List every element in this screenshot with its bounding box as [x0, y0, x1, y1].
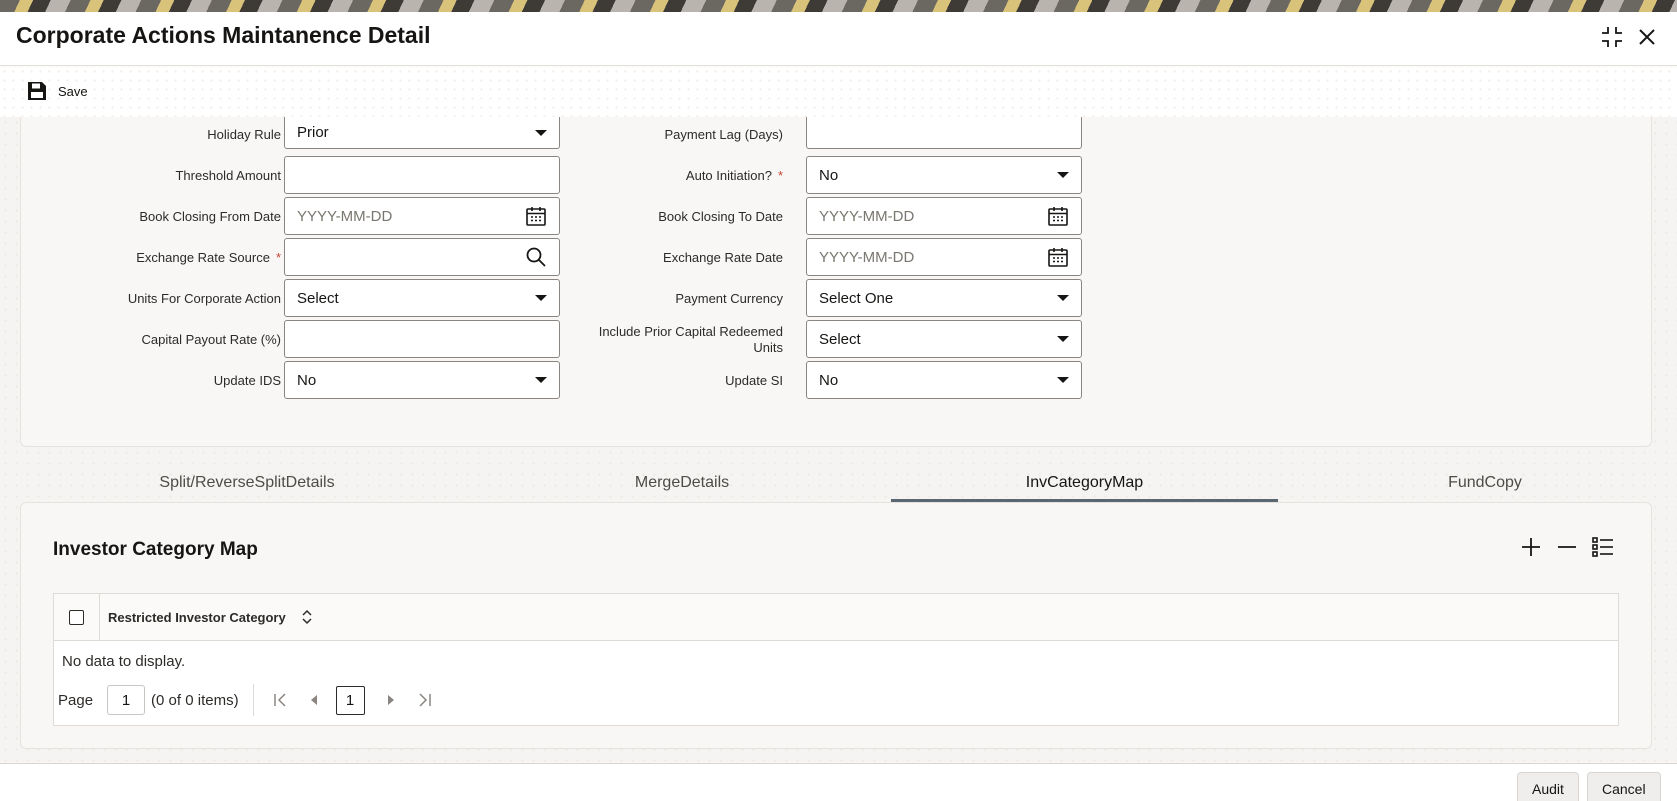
save-button[interactable]: Save	[26, 79, 88, 103]
include-prior-capital-redeemed-units-value: Select	[819, 330, 861, 348]
update-si-label: Update SI	[725, 373, 783, 388]
previous-page-icon[interactable]	[306, 692, 322, 708]
first-page-icon[interactable]	[272, 692, 288, 708]
add-row-icon[interactable]	[1519, 535, 1543, 559]
units-for-corporate-action-value: Select	[297, 289, 339, 307]
threshold-amount-input[interactable]	[284, 156, 560, 194]
chevron-down-icon	[1057, 295, 1069, 301]
tab-inv-category-map[interactable]: InvCategoryMap	[891, 466, 1278, 502]
capital-payout-rate-label: Capital Payout Rate (%)	[141, 332, 281, 347]
save-icon	[28, 82, 46, 100]
exchange-rate-date-placeholder: YYYY-MM-DD	[819, 248, 915, 266]
pagination: Page 1 (0 of 0 items) 1	[58, 684, 433, 716]
book-closing-to-date-placeholder: YYYY-MM-DD	[819, 207, 915, 225]
update-si-value: No	[819, 371, 839, 389]
exchange-rate-date-label: Exchange Rate Date	[663, 250, 783, 265]
current-page-button[interactable]: 1	[335, 685, 365, 715]
auto-initiation-value: No	[819, 166, 839, 184]
footer-bar: Audit Cancel	[0, 763, 1677, 801]
exchange-rate-date-input[interactable]: YYYY-MM-DD	[806, 238, 1082, 276]
units-for-corporate-action-select[interactable]: Select	[284, 279, 560, 317]
page-label: Page	[58, 691, 94, 709]
payment-currency-label: Payment Currency	[675, 291, 783, 306]
toolbar: Save	[0, 67, 1677, 117]
payment-currency-value: Select One	[819, 289, 894, 307]
include-prior-capital-redeemed-units-select[interactable]: Select	[806, 320, 1082, 358]
last-page-icon[interactable]	[417, 692, 433, 708]
title-bar: Corporate Actions Maintanence Detail	[0, 12, 1677, 66]
save-button-label: Save	[58, 83, 88, 99]
chevron-down-icon	[1057, 377, 1069, 383]
exchange-rate-source-input[interactable]	[284, 238, 560, 276]
dialog-window: Corporate Actions Maintanence Detail Sav…	[0, 12, 1677, 801]
maximize-icon[interactable]	[1599, 24, 1625, 50]
empty-message: No data to display.	[62, 653, 186, 670]
book-closing-to-date-label: Book Closing To Date	[658, 209, 783, 224]
next-page-icon[interactable]	[383, 692, 399, 708]
calendar-icon[interactable]	[1047, 205, 1069, 227]
update-ids-value: No	[297, 371, 317, 389]
grid-actions	[1519, 535, 1615, 559]
chevron-down-icon	[1057, 172, 1069, 178]
single-record-view-icon[interactable]	[1591, 535, 1615, 559]
investor-category-map-panel: Investor Category Map Restricted Investo	[20, 502, 1652, 749]
tab-fund-copy[interactable]: FundCopy	[1328, 466, 1642, 502]
items-count: (0 of 0 items)	[151, 691, 239, 709]
include-prior-capital-redeemed-units-label: Include Prior Capital Redeemed Units	[598, 324, 783, 355]
chevron-down-icon	[1057, 336, 1069, 342]
holiday-rule-select[interactable]: Prior	[284, 117, 560, 149]
auto-initiation-select[interactable]: No	[806, 156, 1082, 194]
column-header-restricted-investor-category[interactable]: Restricted Investor Category	[108, 610, 286, 625]
tab-merge-details[interactable]: MergeDetails	[525, 466, 839, 502]
select-all-cell	[54, 594, 100, 641]
payment-lag-label: Payment Lag (Days)	[664, 127, 784, 142]
grid-title: Investor Category Map	[53, 539, 258, 560]
table-header: Restricted Investor Category	[54, 594, 1618, 641]
book-closing-from-date-input[interactable]: YYYY-MM-DD	[284, 197, 560, 235]
exchange-rate-source-label: Exchange Rate Source *	[136, 250, 281, 265]
holiday-rule-label: Holiday Rule	[207, 127, 281, 142]
book-closing-from-date-placeholder: YYYY-MM-DD	[297, 207, 393, 225]
threshold-amount-label: Threshold Amount	[175, 168, 281, 183]
audit-button[interactable]: Audit	[1517, 772, 1579, 801]
tab-split-reverse-split-details[interactable]: Split/ReverseSplitDetails	[90, 466, 404, 502]
required-marker: *	[777, 168, 783, 183]
payment-lag-input[interactable]	[806, 117, 1082, 149]
required-marker: *	[275, 250, 281, 265]
units-for-corporate-action-label: Units For Corporate Action	[127, 291, 281, 306]
calendar-icon[interactable]	[1047, 246, 1069, 268]
holiday-rule-value: Prior	[297, 124, 329, 141]
capital-payout-rate-input[interactable]	[284, 320, 560, 358]
update-ids-select[interactable]: No	[284, 361, 560, 399]
payment-currency-select[interactable]: Select One	[806, 279, 1082, 317]
book-closing-from-date-label: Book Closing From Date	[139, 209, 281, 224]
form-panel: Holiday Rule Prior Threshold Amount Book…	[20, 117, 1652, 447]
page-title: Corporate Actions Maintanence Detail	[16, 22, 431, 48]
auto-initiation-label: Auto Initiation? *	[685, 168, 783, 183]
pager-divider	[252, 684, 254, 716]
select-all-checkbox[interactable]	[69, 610, 84, 625]
remove-row-icon[interactable]	[1555, 535, 1579, 559]
page-number-input[interactable]: 1	[107, 685, 146, 715]
background-banner	[0, 0, 1677, 12]
update-ids-label: Update IDS	[213, 373, 281, 388]
tab-bar: Split/ReverseSplitDetails MergeDetails I…	[0, 466, 1677, 502]
sort-icon[interactable]	[300, 608, 314, 626]
investor-category-table: Restricted Investor Category No data to …	[53, 593, 1619, 726]
close-icon[interactable]	[1634, 24, 1660, 50]
book-closing-to-date-input[interactable]: YYYY-MM-DD	[806, 197, 1082, 235]
update-si-select[interactable]: No	[806, 361, 1082, 399]
cancel-button[interactable]: Cancel	[1587, 772, 1661, 801]
